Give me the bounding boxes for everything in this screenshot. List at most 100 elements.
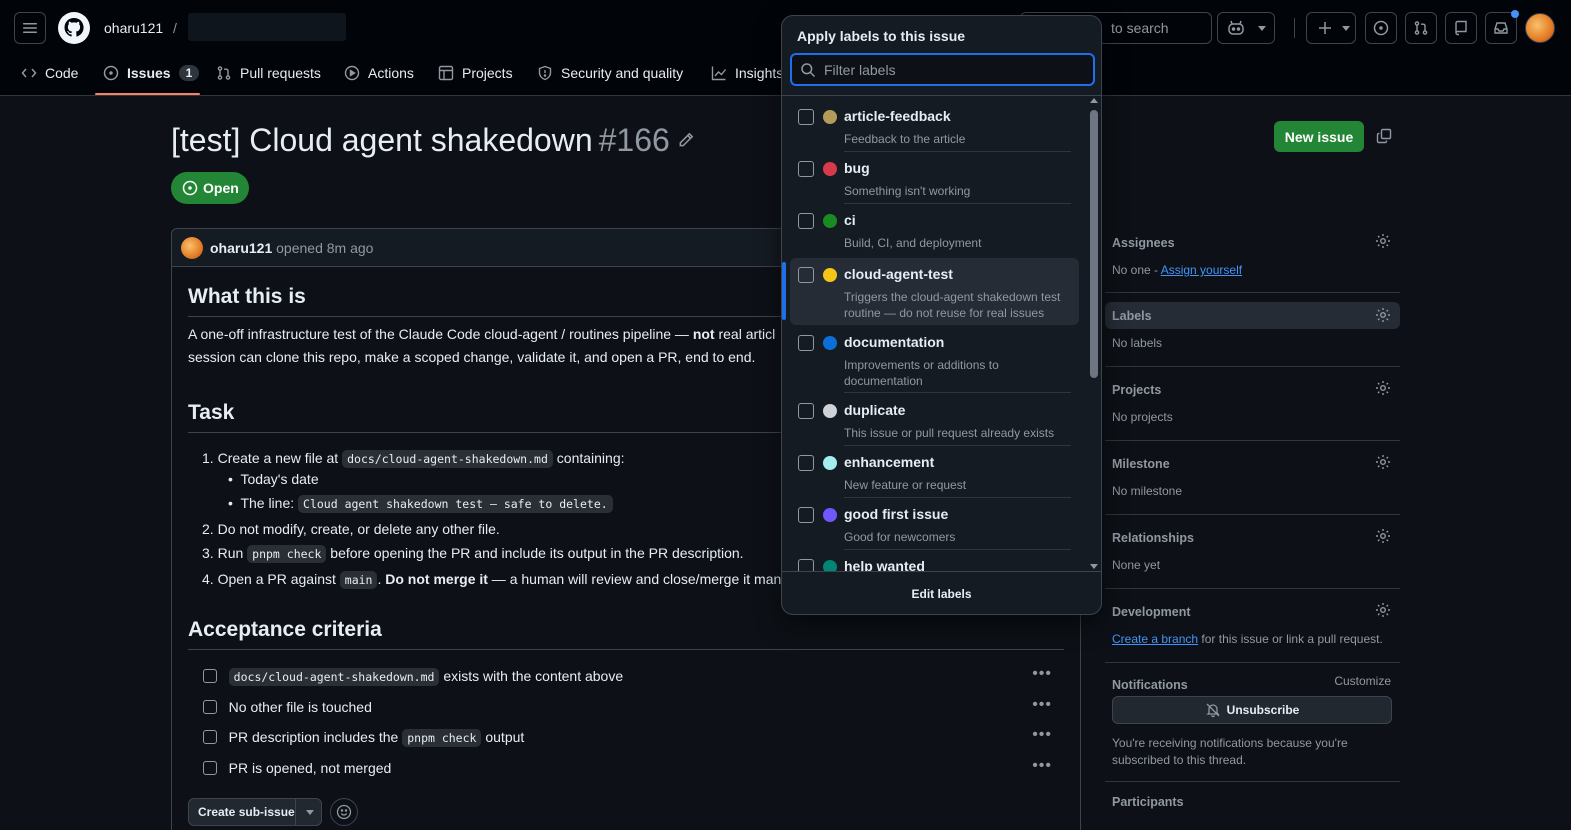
label-checkbox[interactable] bbox=[798, 109, 814, 125]
tab-label: Issues bbox=[127, 65, 171, 81]
criteria-checkbox[interactable] bbox=[203, 730, 217, 744]
tab-code[interactable]: Code bbox=[21, 58, 78, 88]
tab-security[interactable]: Security and quality bbox=[537, 58, 683, 88]
task-item-1: 1. Create a new file at docs/cloud-agent… bbox=[202, 450, 625, 468]
filter-labels-field[interactable] bbox=[790, 53, 1095, 86]
label-separator bbox=[844, 392, 1071, 393]
label-checkbox[interactable] bbox=[798, 559, 814, 571]
criteria-checkbox[interactable] bbox=[203, 761, 217, 775]
task-4-bold: Do not merge it bbox=[385, 571, 488, 587]
gear-icon[interactable] bbox=[1375, 233, 1391, 249]
repositories-shortcut-button[interactable] bbox=[1445, 12, 1477, 44]
scroll-down-arrow-icon[interactable] bbox=[1090, 564, 1098, 569]
assignees-label[interactable]: Assignees bbox=[1112, 236, 1175, 250]
issues-count-badge: 1 bbox=[178, 65, 200, 81]
label-option-enhancement[interactable]: enhancement New feature or request bbox=[790, 446, 1079, 498]
assign-yourself-link[interactable]: Assign yourself bbox=[1161, 263, 1242, 277]
criteria-item-3: PR description includes the pnpm check o… bbox=[203, 729, 524, 747]
create-branch-link[interactable]: Create a branch bbox=[1112, 632, 1198, 646]
git-pull-request-icon bbox=[1414, 21, 1428, 35]
chevron-down-icon[interactable] bbox=[295, 799, 323, 825]
state-label: Open bbox=[203, 180, 239, 196]
label-option-good-first-issue[interactable]: good first issue Good for newcomers bbox=[790, 498, 1079, 550]
path-separator: / bbox=[173, 20, 177, 36]
criteria-3-code: pnpm check bbox=[402, 729, 482, 747]
label-option-documentation[interactable]: documentation Improvements or additions … bbox=[790, 326, 1079, 393]
tab-label: Actions bbox=[368, 65, 414, 81]
new-issue-button[interactable]: New issue bbox=[1274, 121, 1364, 152]
unsubscribe-button[interactable]: Unsubscribe bbox=[1112, 696, 1392, 724]
inbox-button[interactable] bbox=[1485, 10, 1519, 44]
label-checkbox[interactable] bbox=[798, 455, 814, 471]
edit-title-button[interactable] bbox=[677, 131, 695, 149]
relationships-value: None yet bbox=[1112, 558, 1161, 572]
sidebar-milestone: Milestone No milestone bbox=[1105, 441, 1400, 515]
criteria-2-menu-icon[interactable]: ••• bbox=[1032, 696, 1052, 714]
milestone-label[interactable]: Milestone bbox=[1112, 457, 1170, 471]
label-list: article-feedback Feedback to the article… bbox=[782, 96, 1088, 571]
relationships-label[interactable]: Relationships bbox=[1112, 531, 1194, 545]
gear-icon[interactable] bbox=[1375, 602, 1391, 618]
issues-shortcut-button[interactable] bbox=[1365, 12, 1397, 44]
label-option-cloud-agent-test[interactable]: cloud-agent-test Triggers the cloud-agen… bbox=[782, 258, 1079, 325]
criteria-checkbox[interactable] bbox=[203, 669, 217, 683]
label-option-help-wanted[interactable]: help wanted bbox=[790, 550, 1079, 571]
github-logo-icon[interactable] bbox=[58, 12, 90, 44]
create-sub-issue-button[interactable]: Create sub-issue bbox=[188, 798, 322, 826]
menu-button[interactable] bbox=[14, 12, 46, 44]
criteria-4-menu-icon[interactable]: ••• bbox=[1032, 757, 1052, 775]
gear-icon[interactable] bbox=[1375, 528, 1391, 544]
copy-link-button[interactable] bbox=[1376, 128, 1392, 144]
labels-label[interactable]: Labels bbox=[1112, 309, 1152, 323]
sidebar-projects: Projects No projects bbox=[1105, 367, 1400, 441]
add-reaction-button[interactable] bbox=[330, 798, 358, 826]
tab-label: Pull requests bbox=[240, 65, 321, 81]
tab-insights[interactable]: Insights bbox=[711, 58, 783, 88]
gear-icon[interactable] bbox=[1375, 307, 1391, 323]
tab-pull-requests[interactable]: Pull requests bbox=[216, 58, 321, 88]
scrollbar-thumb[interactable] bbox=[1090, 110, 1098, 378]
customize-link[interactable]: Customize bbox=[1334, 674, 1391, 688]
tab-projects[interactable]: Projects bbox=[438, 58, 513, 88]
edit-labels-button[interactable]: Edit labels bbox=[782, 571, 1101, 614]
task-subitem-1: • Today's date bbox=[228, 471, 319, 487]
graph-icon bbox=[711, 66, 727, 81]
criteria-checkbox[interactable] bbox=[203, 700, 217, 714]
tab-actions[interactable]: Actions bbox=[344, 58, 414, 88]
label-description: This issue or pull request already exist… bbox=[844, 426, 1055, 440]
gear-icon[interactable] bbox=[1375, 380, 1391, 396]
label-checkbox[interactable] bbox=[798, 161, 814, 177]
author-avatar[interactable] bbox=[181, 236, 203, 259]
label-checkbox[interactable] bbox=[798, 267, 814, 283]
play-icon bbox=[344, 65, 360, 81]
label-option-ci[interactable]: ci Build, CI, and deployment bbox=[790, 204, 1079, 256]
scroll-up-arrow-icon[interactable] bbox=[1090, 98, 1098, 103]
label-checkbox[interactable] bbox=[798, 403, 814, 419]
shield-icon bbox=[538, 65, 552, 81]
tab-issues[interactable]: Issues 1 bbox=[103, 58, 200, 88]
copilot-button[interactable] bbox=[1217, 12, 1275, 44]
criteria-item-1: docs/cloud-agent-shakedown.md exists wit… bbox=[203, 668, 623, 686]
filter-labels-input[interactable] bbox=[824, 61, 1074, 78]
development-label[interactable]: Development bbox=[1112, 605, 1191, 619]
label-checkbox[interactable] bbox=[798, 213, 814, 229]
label-option-article-feedback[interactable]: article-feedback Feedback to the article bbox=[790, 100, 1079, 152]
label-color-dot bbox=[823, 268, 837, 282]
label-list-scrollbar[interactable] bbox=[1088, 96, 1100, 571]
label-name: good first issue bbox=[844, 506, 949, 522]
label-checkbox[interactable] bbox=[798, 335, 814, 351]
author-link[interactable]: oharu121 bbox=[210, 240, 272, 256]
create-new-button[interactable] bbox=[1306, 12, 1356, 44]
pull-requests-shortcut-button[interactable] bbox=[1405, 12, 1437, 44]
projects-label[interactable]: Projects bbox=[1112, 383, 1161, 397]
label-option-bug[interactable]: bug Something isn't working bbox=[790, 152, 1079, 204]
label-checkbox[interactable] bbox=[798, 507, 814, 523]
gear-icon[interactable] bbox=[1375, 454, 1391, 470]
task-1-text-end: containing: bbox=[552, 450, 625, 466]
criteria-3-menu-icon[interactable]: ••• bbox=[1032, 726, 1052, 744]
criteria-1-menu-icon[interactable]: ••• bbox=[1032, 665, 1052, 683]
owner-link[interactable]: oharu121 bbox=[104, 20, 163, 36]
user-avatar[interactable] bbox=[1525, 13, 1555, 43]
label-option-duplicate[interactable]: duplicate This issue or pull request alr… bbox=[790, 394, 1079, 446]
sidebar-assignees: Assignees No one - Assign yourself bbox=[1105, 222, 1400, 293]
